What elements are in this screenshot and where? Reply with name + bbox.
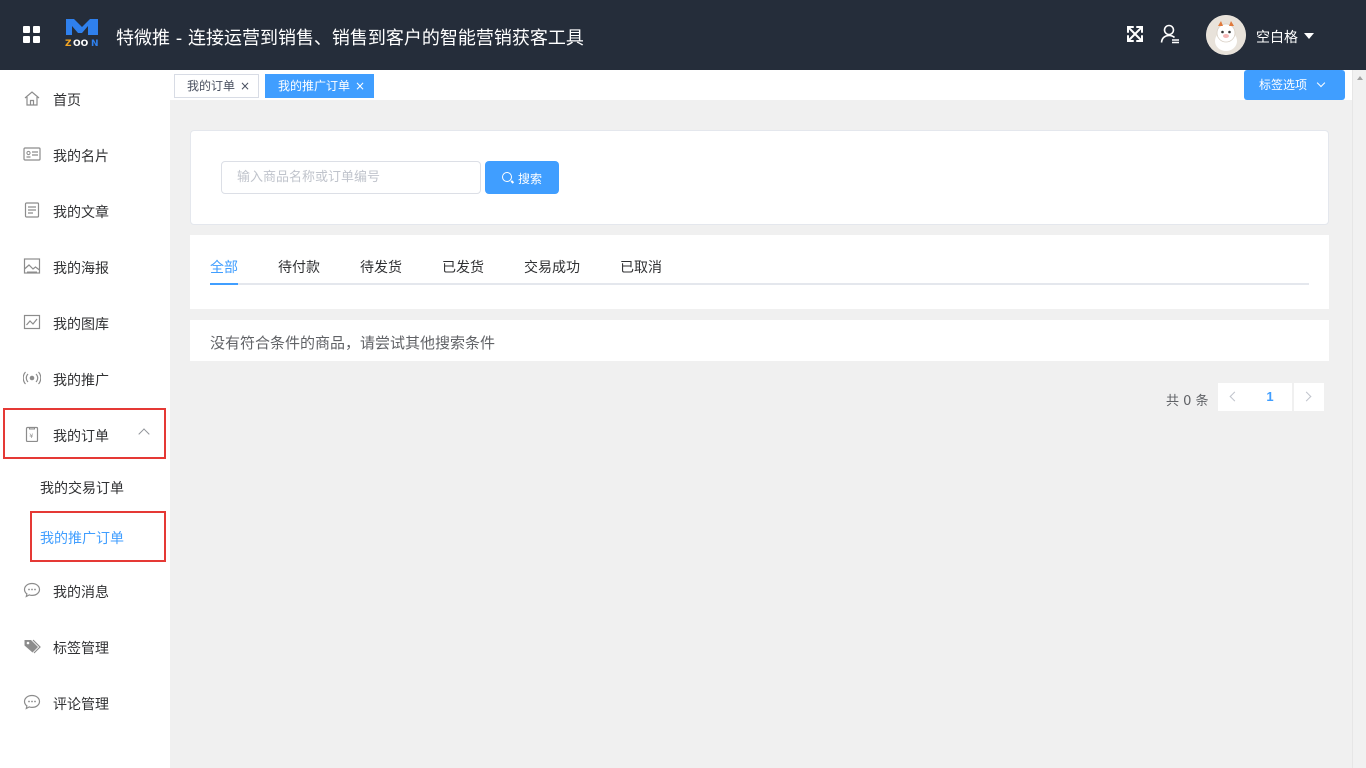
top-header: Z OO N 特微推 - 连接运营到销售、销售到客户的智能营销获客工具 空白格 <box>0 0 1366 70</box>
tag-options-label: 标签选项 <box>1259 78 1308 92</box>
empty-state: 没有符合条件的商品，请尝试其他搜索条件 <box>190 320 1329 361</box>
tag-my-orders[interactable]: 我的订单 × <box>174 74 260 98</box>
sidebar-item-label: 我的消息 <box>53 585 109 601</box>
search-panel: 搜索 <box>190 130 1329 225</box>
sidebar-item-label: 评论管理 <box>53 697 109 713</box>
pagination-page-1[interactable]: 1 <box>1248 383 1292 411</box>
sidebar-item-label: 我的推广 <box>53 373 109 389</box>
tab-completed[interactable]: 交易成功 <box>524 257 580 277</box>
chat-icon <box>23 582 41 598</box>
search-input[interactable] <box>221 161 481 194</box>
chevron-down-icon <box>1316 78 1326 88</box>
pagination-prev-button[interactable] <box>1218 383 1248 411</box>
app-title: 特微推 - 连接运营到销售、销售到客户的智能营销获客工具 <box>116 28 584 49</box>
order-status-tabs: 全部 待付款 待发货 已发货 交易成功 已取消 <box>190 235 1329 309</box>
comment-icon <box>23 694 41 710</box>
scroll-up-arrow-icon[interactable] <box>1357 76 1363 80</box>
avatar-image-icon <box>1206 15 1246 55</box>
search-button[interactable]: 搜索 <box>485 161 559 194</box>
sidebar-item-business-card[interactable]: 我的名片 <box>0 126 170 182</box>
sidebar-item-label: 我的名片 <box>53 149 109 165</box>
pagination-total: 共 0 条 <box>1166 394 1209 409</box>
svg-text:¥: ¥ <box>29 432 33 440</box>
sidebar-subitem-label: 我的推广订单 <box>40 531 124 547</box>
sidebar-item-label: 我的图库 <box>53 317 109 333</box>
pagination-next-button[interactable] <box>1294 383 1324 411</box>
svg-text:OO: OO <box>73 39 89 47</box>
user-dropdown-caret-icon[interactable] <box>1304 33 1314 39</box>
zoon-logo: Z OO N <box>65 19 99 47</box>
tabs-divider <box>210 283 1309 285</box>
close-icon[interactable]: × <box>355 79 365 93</box>
search-button-label: 搜索 <box>518 172 543 186</box>
sidebar-item-label: 首页 <box>53 93 81 109</box>
tab-cancelled[interactable]: 已取消 <box>620 257 662 277</box>
svg-text:N: N <box>91 39 99 47</box>
user-name[interactable]: 空白格 <box>1256 27 1298 47</box>
id-card-icon <box>23 147 41 161</box>
tags-view-bar: 我的订单 × 我的推广订单 × <box>170 70 1352 100</box>
sidebar-item-label: 标签管理 <box>53 641 109 657</box>
tab-pending-shipment[interactable]: 待发货 <box>360 257 402 277</box>
tab-pending-payment[interactable]: 待付款 <box>278 257 320 277</box>
search-icon <box>502 172 512 182</box>
sidebar: 首页 我的名片 我的文章 我的海报 我的图库 我的推广 ¥ 我的订单 我的交易订… <box>0 70 170 768</box>
close-icon[interactable]: × <box>240 79 250 93</box>
page-scrollbar[interactable] <box>1352 70 1366 768</box>
sidebar-item-home[interactable]: 首页 <box>0 70 170 126</box>
sidebar-item-orders[interactable]: ¥ 我的订单 <box>0 406 170 462</box>
chevron-up-icon <box>138 428 150 440</box>
sidebar-item-messages[interactable]: 我的消息 <box>0 562 170 618</box>
sidebar-subitem-promotion-orders[interactable]: 我的推广订单 <box>0 512 170 562</box>
gallery-icon <box>23 314 41 330</box>
chevron-right-icon <box>1301 391 1312 402</box>
sidebar-item-label: 我的海报 <box>53 261 109 277</box>
broadcast-icon <box>23 371 41 385</box>
tag-promotion-orders[interactable]: 我的推广订单 × <box>265 74 375 98</box>
sidebar-item-tags[interactable]: 标签管理 <box>0 618 170 674</box>
poster-icon <box>23 258 41 274</box>
order-icon: ¥ <box>25 426 39 442</box>
home-icon <box>24 91 40 106</box>
tag-label: 我的推广订单 <box>278 79 351 93</box>
tag-options-button[interactable]: 标签选项 <box>1244 70 1345 100</box>
sidebar-item-label: 我的订单 <box>53 429 109 445</box>
sidebar-item-articles[interactable]: 我的文章 <box>0 182 170 238</box>
sidebar-item-posters[interactable]: 我的海报 <box>0 238 170 294</box>
document-icon <box>24 202 40 218</box>
avatar[interactable] <box>1206 15 1246 55</box>
sidebar-item-comments[interactable]: 评论管理 <box>0 674 170 730</box>
sidebar-item-gallery[interactable]: 我的图库 <box>0 294 170 350</box>
svg-text:Z: Z <box>65 39 72 47</box>
sidebar-subitem-label: 我的交易订单 <box>40 481 124 497</box>
empty-message: 没有符合条件的商品，请尝试其他搜索条件 <box>210 334 496 352</box>
tab-all[interactable]: 全部 <box>210 257 238 277</box>
chevron-left-icon <box>1229 391 1240 402</box>
fullscreen-icon[interactable] <box>1125 24 1145 44</box>
tabs-active-indicator <box>210 283 238 285</box>
tab-shipped[interactable]: 已发货 <box>442 257 484 277</box>
sidebar-item-label: 我的文章 <box>53 205 109 221</box>
app-grid-icon[interactable] <box>23 26 41 44</box>
sidebar-subitem-trade-orders[interactable]: 我的交易订单 <box>0 462 170 512</box>
user-icon[interactable] <box>1160 24 1180 44</box>
tag-label: 我的订单 <box>187 79 236 93</box>
tag-icon <box>24 639 41 654</box>
sidebar-item-promotion[interactable]: 我的推广 <box>0 350 170 406</box>
